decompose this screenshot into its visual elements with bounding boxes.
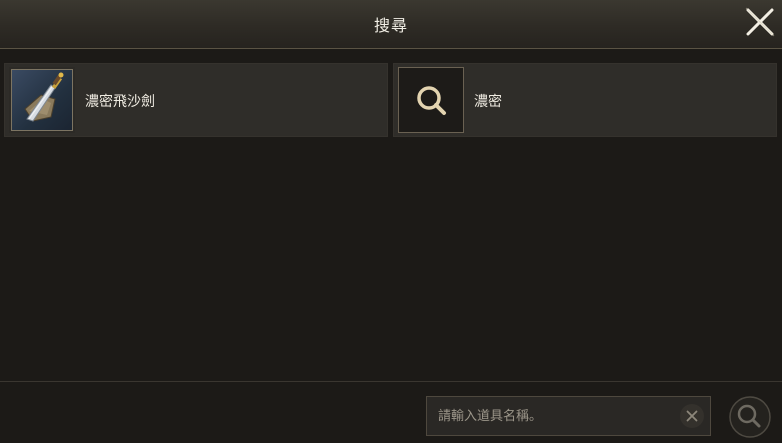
clear-icon <box>686 410 698 422</box>
search-slot <box>398 67 464 133</box>
search-results: 濃密飛沙劍 濃密 <box>4 63 778 137</box>
clear-button[interactable] <box>680 404 704 428</box>
header-bar: 搜尋 <box>0 0 782 49</box>
item-slot <box>9 67 75 133</box>
search-icon <box>729 396 771 438</box>
search-input[interactable] <box>427 397 667 435</box>
search-button[interactable] <box>728 395 772 439</box>
close-button[interactable] <box>740 2 780 42</box>
result-label: 濃密飛沙劍 <box>85 94 155 110</box>
search-field <box>426 396 711 436</box>
page-title: 搜尋 <box>373 16 408 35</box>
dagger-item-icon <box>24 72 64 122</box>
result-item-dagger[interactable]: 濃密飛沙劍 <box>4 63 388 137</box>
search-icon <box>417 86 446 115</box>
close-icon <box>745 7 775 37</box>
result-label: 濃密 <box>474 94 502 110</box>
result-item-search-term[interactable]: 濃密 <box>393 63 777 137</box>
divider <box>0 381 782 382</box>
